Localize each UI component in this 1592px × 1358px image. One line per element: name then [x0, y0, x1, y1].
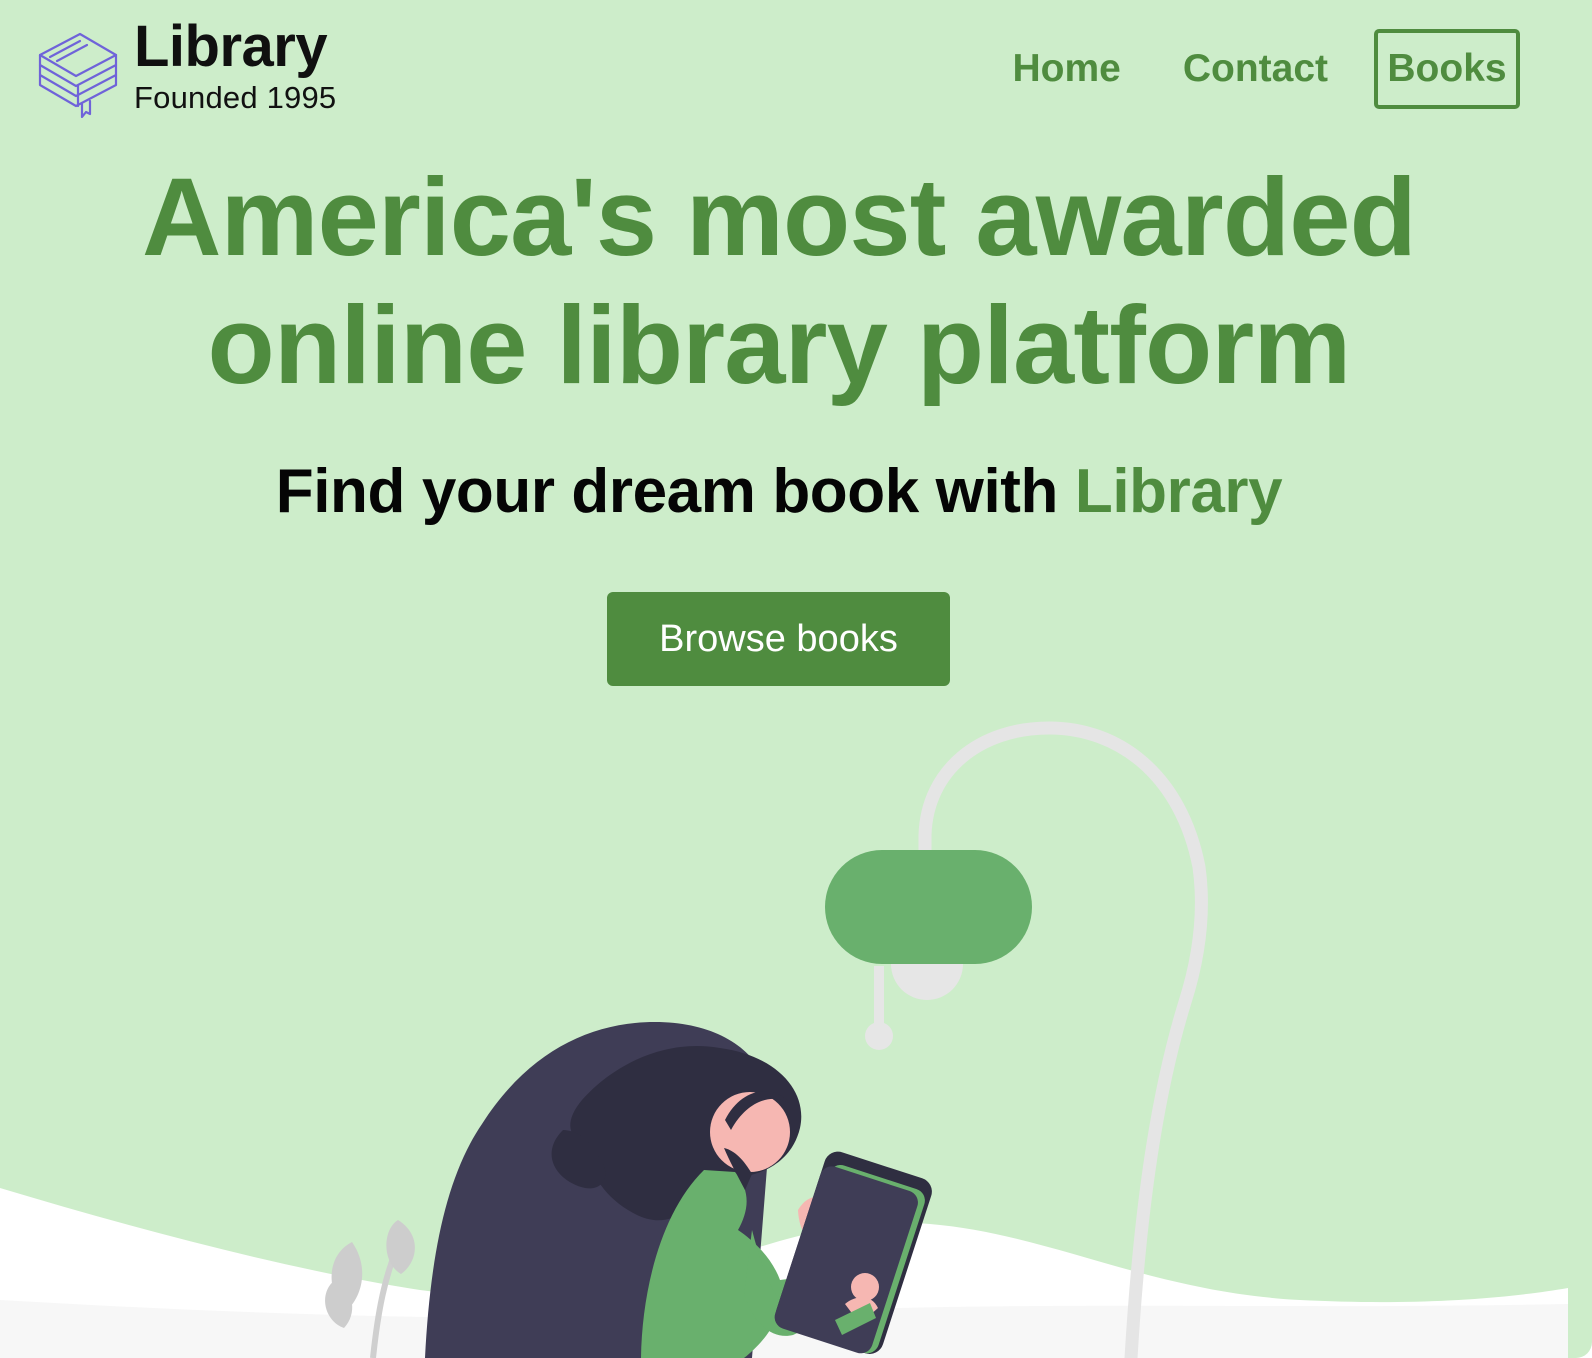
hero-title-line-1: America's most awarded [141, 156, 1417, 279]
landing-page: Library Founded 1995 Home Contact Books … [0, 0, 1592, 1358]
nav-home-link[interactable]: Home [1012, 47, 1120, 91]
hero-title: America's most awarded online library pl… [0, 154, 1558, 410]
books-stack-icon [38, 32, 118, 118]
window-edge [1568, 0, 1592, 1358]
brand-tagline: Founded 1995 [134, 80, 337, 115]
subtitle-prefix: Find your dream book with [275, 457, 1059, 526]
reading-woman-illustration [0, 721, 1568, 1358]
brand-logo[interactable]: Library Founded 1995 [38, 18, 336, 118]
nav-contact-link[interactable]: Contact [1183, 47, 1328, 91]
hero-title-line-2: online library platform [207, 284, 1352, 407]
subtitle-accent: Library [1074, 457, 1283, 526]
brand-name: Library [134, 14, 328, 79]
browse-books-button[interactable]: Browse books [607, 592, 950, 686]
hero-subtitle: Find your dream book with Library [0, 450, 1558, 534]
nav-books-button[interactable]: Books [1374, 29, 1520, 109]
site-header: Library Founded 1995 Home Contact Books [0, 0, 1568, 140]
brand-text: Library Founded 1995 [134, 14, 337, 115]
main-nav: Home Contact Books [950, 29, 1520, 109]
